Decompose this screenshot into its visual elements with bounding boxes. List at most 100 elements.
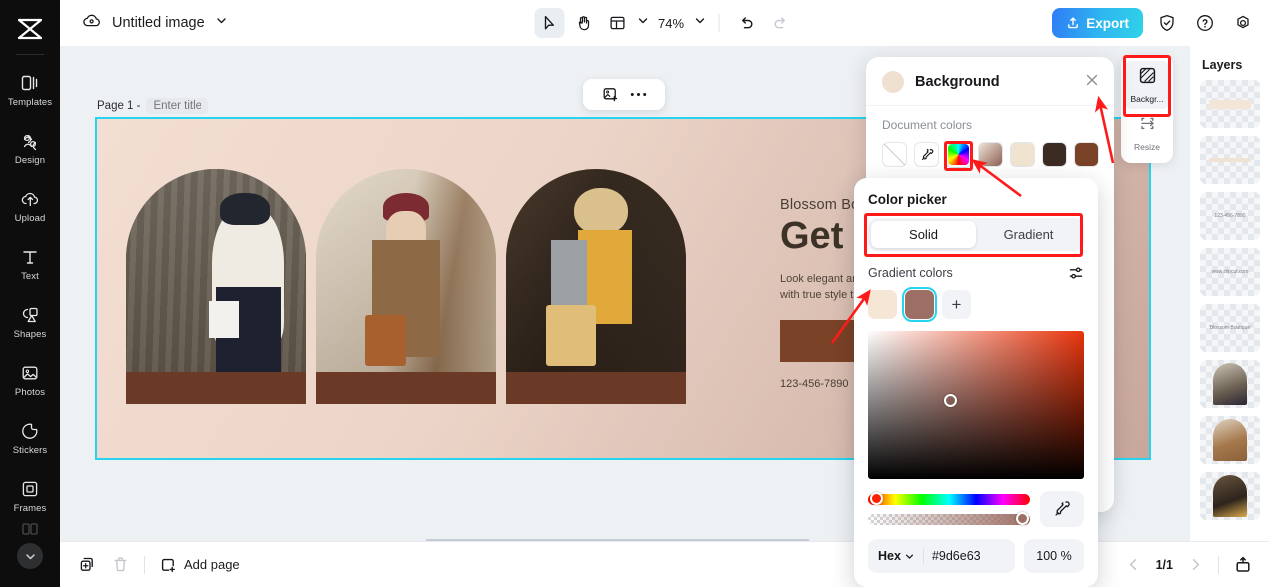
canvas-image-2[interactable] xyxy=(316,169,496,404)
page-indicator: 1/1 xyxy=(1155,557,1173,572)
text-t-icon xyxy=(20,246,40,267)
sidebar-item-text[interactable]: Text xyxy=(0,235,60,293)
sidebar-item-label: Photos xyxy=(14,387,46,398)
document-title-group: Untitled image xyxy=(60,12,228,35)
chevron-left-icon xyxy=(1129,559,1136,570)
close-icon[interactable] xyxy=(1084,72,1100,93)
eyedropper-button[interactable] xyxy=(1040,491,1084,527)
alpha-slider-handle[interactable] xyxy=(1016,512,1029,525)
layout-tool-button[interactable] xyxy=(602,8,632,38)
background-current-swatch[interactable] xyxy=(882,71,904,93)
chevron-down-icon xyxy=(25,553,35,559)
gradient-stop-1[interactable] xyxy=(868,290,897,319)
eyedropper-swatch-button[interactable] xyxy=(914,142,939,167)
document-colors-row xyxy=(882,142,1100,167)
sidebar-item-frames[interactable]: Frames xyxy=(0,467,60,525)
resize-button[interactable]: Resize xyxy=(1124,109,1170,157)
export-label: Export xyxy=(1086,15,1129,31)
sv-selector-handle[interactable] xyxy=(944,394,957,407)
shield-check-icon[interactable] xyxy=(1153,9,1181,37)
plinth-2 xyxy=(316,372,496,404)
resize-frame-icon xyxy=(1138,114,1157,138)
export-button[interactable]: Export xyxy=(1052,8,1143,38)
list-item[interactable] xyxy=(1200,472,1260,520)
dark-brown-swatch[interactable] xyxy=(1042,142,1067,167)
list-item[interactable] xyxy=(1200,416,1260,464)
color-picker-wheel-swatch[interactable] xyxy=(946,142,971,167)
layer-caption: 'Blossom Boutique' xyxy=(1208,325,1252,331)
sidebar-item-shapes[interactable]: Shapes xyxy=(0,293,60,351)
list-item[interactable]: www.clipcut.com xyxy=(1200,248,1260,296)
document-colors-label: Document colors xyxy=(882,118,973,132)
page-title-input[interactable] xyxy=(146,98,209,114)
export-upload-icon xyxy=(1068,17,1079,29)
layer-caption: www.clipcut.com xyxy=(1211,269,1249,275)
background-fill-icon xyxy=(1138,66,1157,90)
more-horizontal-icon[interactable] xyxy=(630,92,647,97)
sliders-icon[interactable] xyxy=(1068,265,1084,281)
saturation-value-area[interactable] xyxy=(868,331,1084,479)
opacity-field[interactable]: 100 % xyxy=(1024,539,1084,573)
hex-opacity-row: Hex #9d6e63 100 % xyxy=(868,539,1084,573)
layout-chevron-down-icon[interactable] xyxy=(636,14,649,32)
cream-swatch[interactable] xyxy=(1010,142,1035,167)
rail-extra-icon xyxy=(20,522,40,541)
bottom-left-actions: Add page xyxy=(60,555,240,574)
layer-caption: 123-456-7890 xyxy=(1214,213,1246,219)
canvas-image-3[interactable] xyxy=(506,169,686,404)
zoom-chevron-down-icon[interactable] xyxy=(693,14,706,32)
canvas-image-1[interactable] xyxy=(126,169,306,404)
list-item[interactable] xyxy=(1200,360,1260,408)
hex-format-selector[interactable]: Hex xyxy=(878,549,915,563)
question-circle-icon[interactable] xyxy=(1191,9,1219,37)
tab-gradient[interactable]: Gradient xyxy=(976,221,1081,248)
rail-more-button[interactable] xyxy=(17,543,43,569)
background-button-label: Backgr... xyxy=(1130,94,1164,104)
settings-gear-icon[interactable] xyxy=(1229,9,1257,37)
brown-swatch[interactable] xyxy=(1074,142,1099,167)
hue-slider[interactable] xyxy=(868,492,1030,505)
gradient-colors-header: Gradient colors xyxy=(868,265,1084,281)
gradient-swatch[interactable] xyxy=(978,142,1003,167)
app-logo[interactable] xyxy=(0,6,60,52)
color-mode-tabs: Solid Gradient xyxy=(868,218,1084,251)
list-item[interactable]: 'Blossom Boutique' xyxy=(1200,304,1260,352)
prev-page-button[interactable] xyxy=(1125,556,1142,573)
background-button[interactable]: Backgr... xyxy=(1124,61,1170,109)
sidebar-item-photos[interactable]: Photos xyxy=(0,351,60,409)
layers-panel-title: Layers xyxy=(1202,58,1243,72)
document-title[interactable]: Untitled image xyxy=(112,15,205,31)
select-tool-button[interactable] xyxy=(534,8,564,38)
hex-field[interactable]: Hex #9d6e63 xyxy=(868,539,1015,573)
gradient-stop-2[interactable] xyxy=(902,287,937,322)
undo-button[interactable] xyxy=(731,8,761,38)
bottom-divider-2 xyxy=(1218,555,1219,574)
sidebar-item-upload[interactable]: Upload xyxy=(0,177,60,235)
redo-button[interactable] xyxy=(765,8,795,38)
add-page-button[interactable]: Add page xyxy=(159,556,240,574)
canvas-phone-text[interactable]: 123-456-7890 xyxy=(780,378,849,390)
list-item[interactable]: 123-456-7890 xyxy=(1200,192,1260,240)
sidebar-item-stickers[interactable]: Stickers xyxy=(0,409,60,467)
hue-slider-handle[interactable] xyxy=(870,492,883,505)
list-item[interactable] xyxy=(1200,80,1260,128)
design-icon xyxy=(20,130,40,151)
list-item[interactable] xyxy=(1200,136,1260,184)
sidebar-item-templates[interactable]: Templates xyxy=(0,61,60,119)
next-page-button[interactable] xyxy=(1187,556,1204,573)
sidebar-item-design[interactable]: Design xyxy=(0,119,60,177)
sidebar-item-label: Templates xyxy=(7,97,53,108)
trash-icon[interactable] xyxy=(111,555,130,574)
duplicate-page-icon[interactable] xyxy=(78,555,97,574)
hand-tool-button[interactable] xyxy=(568,8,598,38)
add-image-icon[interactable] xyxy=(602,86,619,103)
title-chevron-down-icon[interactable] xyxy=(215,14,228,32)
alpha-slider[interactable] xyxy=(868,512,1030,525)
present-button[interactable] xyxy=(1233,555,1253,575)
hex-value[interactable]: #9d6e63 xyxy=(932,549,981,563)
add-gradient-stop-button[interactable]: + xyxy=(942,290,971,319)
tab-solid[interactable]: Solid xyxy=(871,221,976,248)
no-color-swatch[interactable] xyxy=(882,142,907,167)
gradient-colors-label: Gradient colors xyxy=(868,266,953,280)
zoom-level-value[interactable]: 74% xyxy=(653,16,689,31)
